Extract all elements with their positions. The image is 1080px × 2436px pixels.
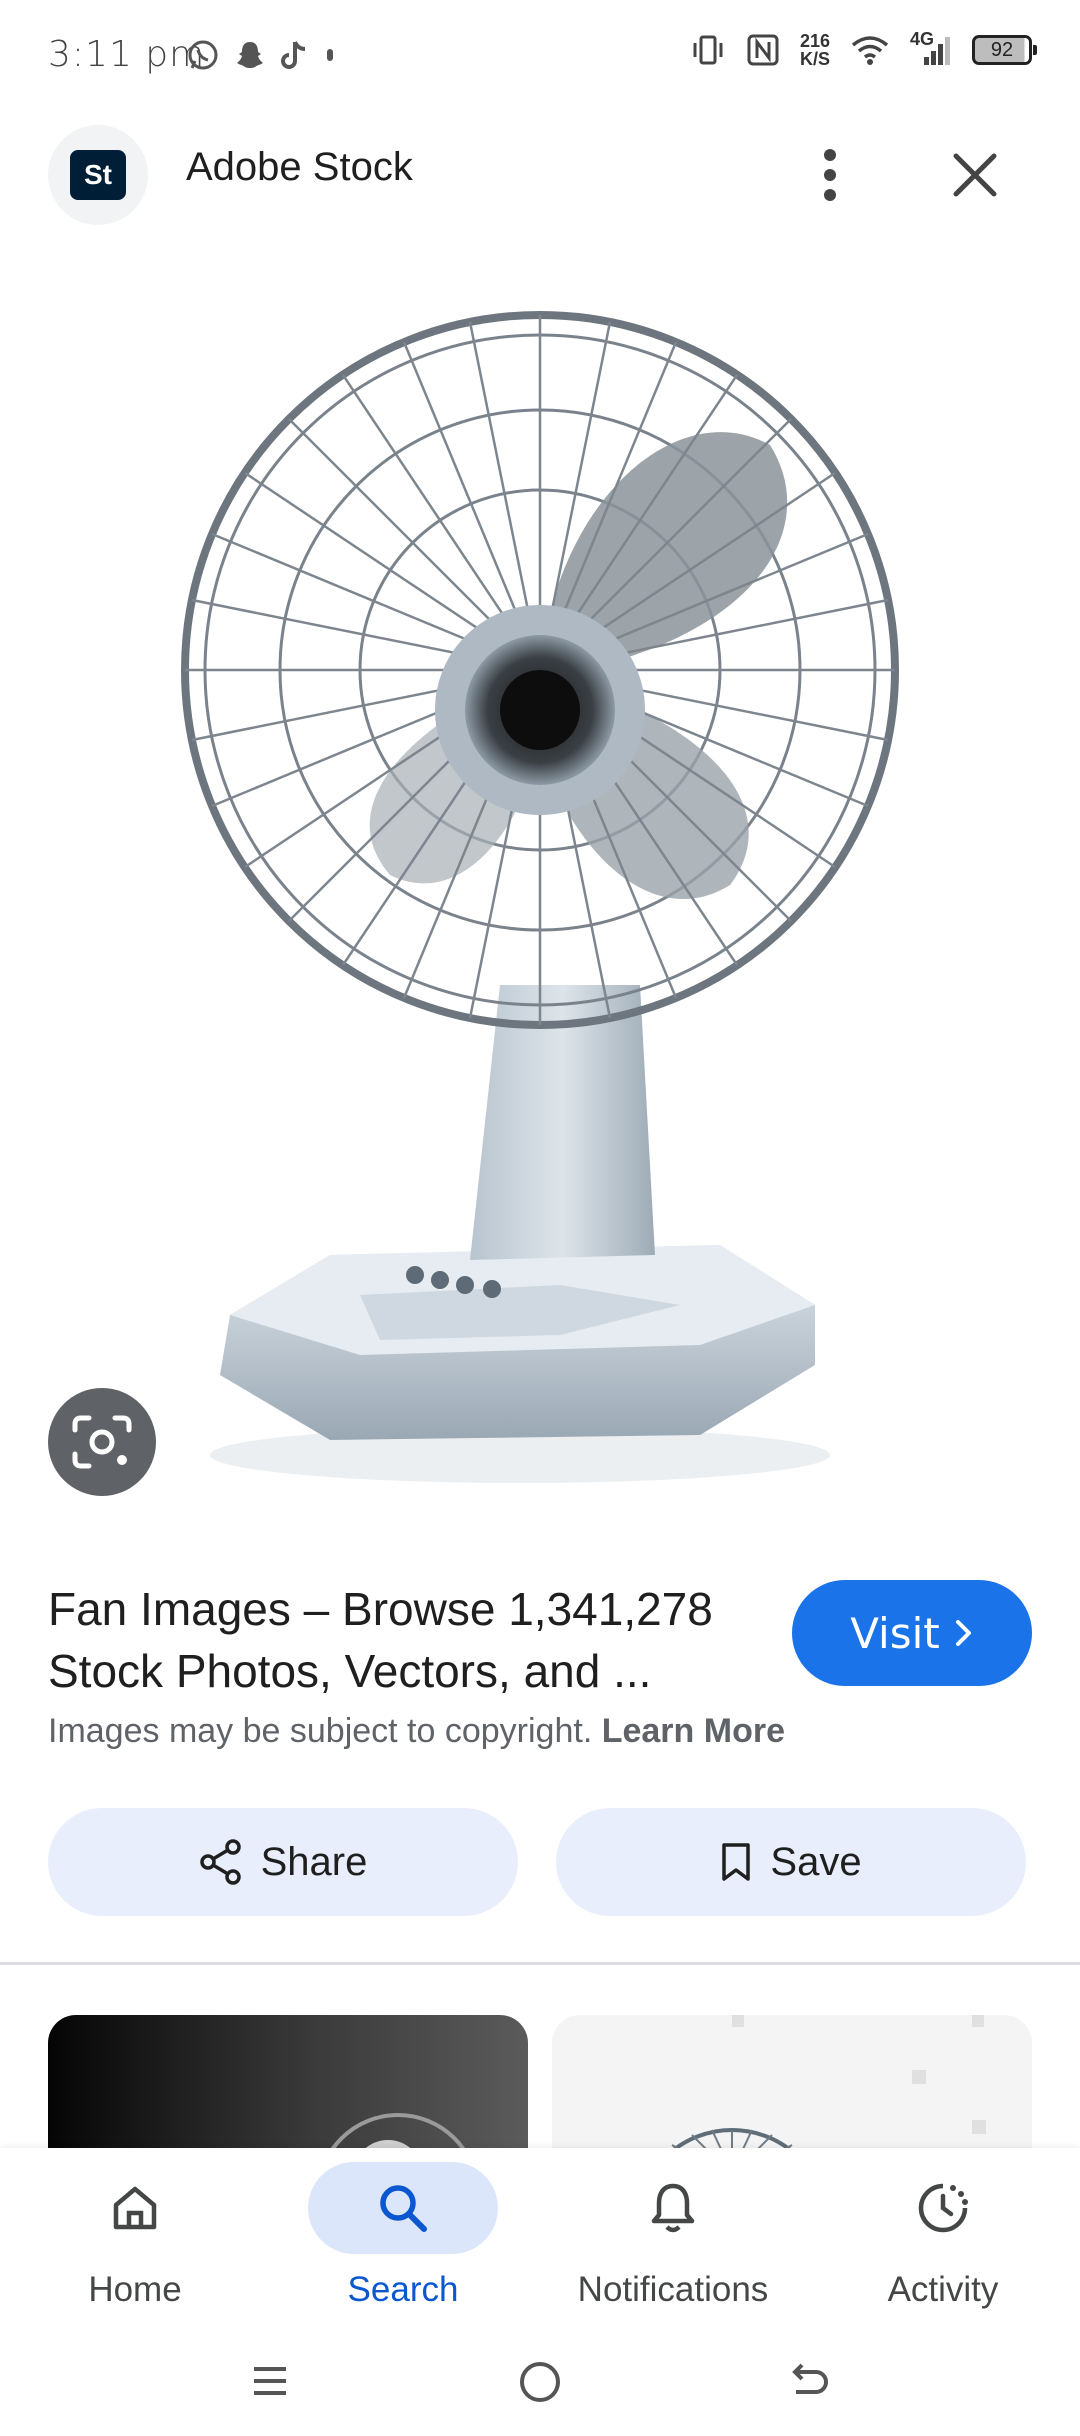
result-title[interactable]: Fan Images – Browse 1,341,278 Stock Phot… — [48, 1578, 758, 1702]
tiktok-icon — [281, 41, 306, 69]
nav-home-icon-wrap — [40, 2162, 230, 2254]
close-button[interactable] — [935, 135, 1015, 215]
search-icon — [380, 2185, 427, 2232]
dot-icon — [327, 49, 333, 61]
share-label: Share — [260, 1839, 368, 1884]
snapchat-icon — [237, 42, 263, 68]
recents-button[interactable] — [240, 2356, 300, 2406]
nav-search-icon-wrap — [308, 2162, 498, 2254]
home-icon — [113, 2186, 157, 2230]
more-options-button[interactable] — [800, 135, 860, 215]
activity-icon — [918, 2183, 968, 2233]
net-speed-value: 216 — [799, 31, 830, 51]
desk-fan-image — [181, 311, 899, 1483]
save-label: Save — [770, 1839, 862, 1884]
signal-icon — [924, 37, 950, 65]
site-name[interactable]: Adobe Stock — [186, 145, 413, 190]
system-navigation-bar — [0, 2326, 1080, 2436]
status-right-icons: 216 K/S 4G 92 — [690, 29, 1037, 68]
bookmark-icon — [722, 1843, 751, 1881]
share-button[interactable]: Share — [48, 1808, 518, 1916]
preview-image[interactable] — [0, 245, 1080, 1535]
adobe-stock-logo-icon: St — [70, 150, 126, 200]
nav-activity-label: Activity — [887, 2270, 999, 2309]
nfc-icon — [747, 34, 779, 66]
nav-notifications-icon-wrap — [578, 2162, 768, 2254]
nav-activity[interactable]: Activity — [818, 2162, 1068, 2322]
nav-notifications-label: Notifications — [577, 2270, 769, 2309]
cell-signal: 4G — [910, 29, 952, 67]
site-logo[interactable]: St — [48, 125, 148, 225]
status-time: 3:11 pm — [48, 34, 206, 75]
nav-search[interactable]: Search — [278, 2162, 528, 2322]
nav-home[interactable]: Home — [10, 2162, 260, 2322]
result-title-line1: Fan Images – Browse 1,341,278 — [48, 1583, 713, 1635]
nav-home-label: Home — [88, 2270, 182, 2309]
google-lens-button[interactable] — [48, 1388, 156, 1496]
back-button[interactable] — [780, 2354, 840, 2410]
copyright-notice: Images may be subject to copyright. Lear… — [48, 1712, 785, 1751]
vibrate-icon — [693, 35, 723, 65]
section-divider — [0, 1962, 1080, 1965]
bottom-navigation: Home Search Notifications Activity — [0, 2148, 1080, 2326]
learn-more-link[interactable]: Learn More — [602, 1712, 785, 1750]
header: St Adobe Stock — [0, 115, 1080, 245]
net-speed-unit: K/S — [799, 49, 830, 69]
battery-level: 92 — [990, 38, 1014, 61]
net-speed: 216 K/S — [800, 32, 830, 68]
result-title-line2: Stock Photos, Vectors, and ... — [48, 1645, 652, 1697]
lens-icon — [72, 1415, 132, 1469]
visit-label: Visit — [850, 1608, 940, 1658]
status-bar: 3:11 pm 216 K/S 4G 92 — [0, 0, 1080, 115]
wifi-icon — [851, 36, 889, 65]
nav-search-label: Search — [347, 2270, 459, 2309]
home-system-button[interactable] — [510, 2354, 570, 2410]
nav-notifications[interactable]: Notifications — [548, 2162, 798, 2322]
nav-activity-icon-wrap — [848, 2162, 1038, 2254]
copyright-text: Images may be subject to copyright. — [48, 1712, 593, 1750]
battery-indicator: 92 — [972, 35, 1037, 65]
save-button[interactable]: Save — [556, 1808, 1026, 1916]
notification-icons — [186, 38, 336, 72]
recents-icon — [254, 2367, 286, 2395]
more-vert-icon — [824, 149, 836, 201]
whatsapp-icon — [188, 40, 218, 70]
circle-home-icon — [520, 2362, 560, 2402]
visit-button[interactable]: Visit — [792, 1580, 1032, 1686]
share-icon — [199, 1839, 241, 1885]
chevron-right-icon — [955, 1620, 971, 1646]
close-icon — [953, 153, 997, 197]
back-icon — [792, 2363, 828, 2394]
bell-icon — [651, 2183, 695, 2233]
